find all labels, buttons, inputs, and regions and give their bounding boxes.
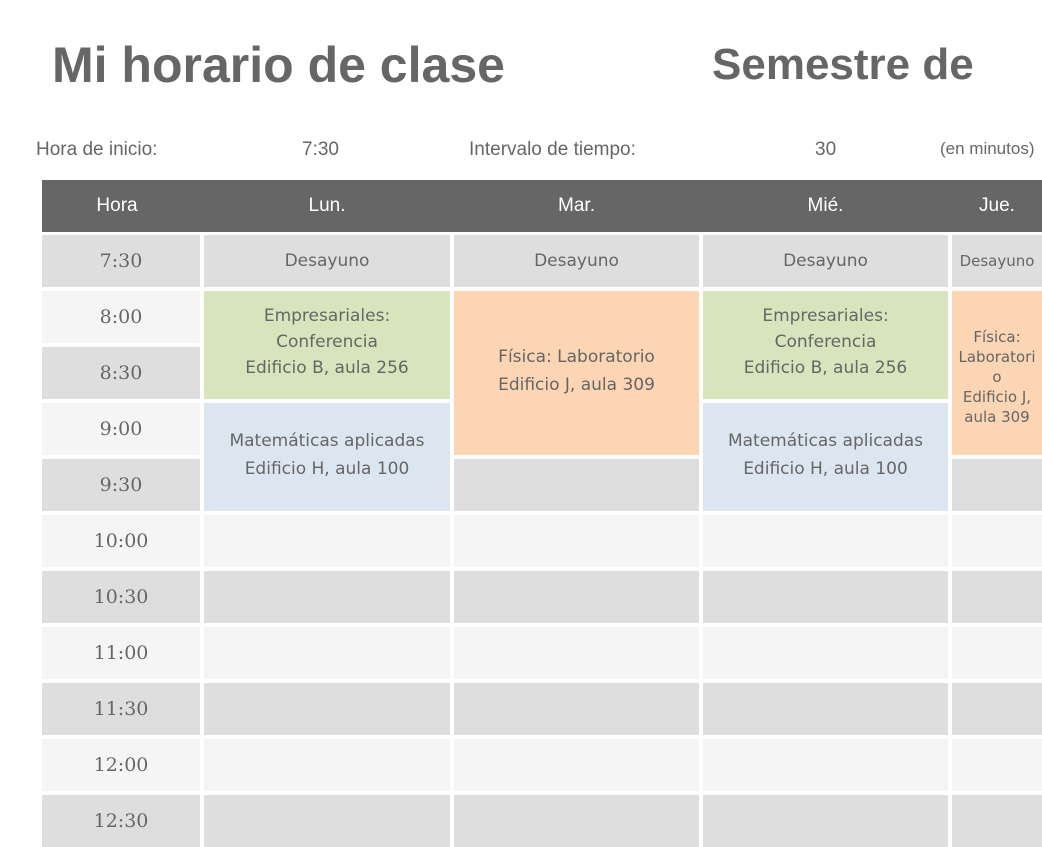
class-event-text: Edificio B, aula 256: [245, 358, 409, 378]
schedule-cell-empty[interactable]: [703, 683, 948, 735]
time-slot-label: 9:30: [42, 459, 200, 511]
start-time-value[interactable]: 7:30: [302, 139, 339, 161]
class-event[interactable]: Desayuno: [204, 235, 450, 287]
schedule-cell-empty[interactable]: [703, 515, 948, 567]
class-event-text: Desayuno: [783, 251, 868, 271]
schedule-cell-empty[interactable]: [952, 739, 1042, 791]
class-event-text: Física: Laboratorio: [498, 347, 655, 367]
time-slot-label: 9:00: [42, 403, 200, 455]
schedule-cell-empty[interactable]: [454, 515, 699, 567]
column-header-time: Hora: [96, 195, 138, 216]
class-event-text: Matemáticas aplicadas: [727, 431, 924, 451]
schedule-cell-empty[interactable]: [204, 739, 450, 791]
class-event-text: Matemáticas aplicadas: [229, 431, 425, 451]
schedule-cell-empty[interactable]: [204, 683, 450, 735]
semester-title: Semestre de: [712, 40, 974, 89]
page-title: Mi horario de clase: [52, 37, 505, 93]
schedule-cell-empty[interactable]: [703, 739, 948, 791]
class-event-text: Edificio H, aula 100: [743, 459, 908, 479]
class-event-text: Edificio B, aula 256: [743, 358, 908, 378]
schedule-cell-empty[interactable]: [454, 739, 699, 791]
class-event[interactable]: Empresariales: Conferencia Edificio B, aul…: [703, 291, 948, 399]
class-event-text: Desayuno: [534, 251, 619, 271]
column-header-day: Mié.: [807, 195, 844, 216]
class-event-text: Empresariales:: [762, 306, 889, 326]
schedule-cell-empty[interactable]: [703, 627, 948, 679]
schedule-cell-empty[interactable]: [454, 795, 699, 847]
schedule-cell-empty[interactable]: [454, 459, 699, 511]
class-event[interactable]: Desayuno: [703, 235, 948, 287]
schedule-cell-empty[interactable]: [204, 571, 450, 623]
class-event[interactable]: Empresariales: Conferencia Edificio B, aul…: [204, 291, 450, 399]
time-slot-label: 11:30: [42, 683, 200, 735]
schedule-cell-empty[interactable]: [952, 627, 1042, 679]
column-header-day: Lun.: [308, 195, 346, 216]
class-event-text: Física: Laboratorio: [958, 328, 1036, 386]
schedule-cell-empty[interactable]: [703, 795, 948, 847]
class-event[interactable]: Física: Laboratorio Edificio J, aula 309: [952, 291, 1042, 455]
interval-label: Intervalo de tiempo:: [469, 139, 636, 160]
schedule-cell-empty[interactable]: [454, 683, 699, 735]
schedule-cell-empty[interactable]: [204, 627, 450, 679]
time-slot-label: 12:00: [42, 739, 200, 791]
schedule-cell-empty[interactable]: [952, 459, 1042, 511]
schedule-cell-empty[interactable]: [703, 571, 948, 623]
interval-value[interactable]: 30: [815, 139, 836, 161]
class-event-text: Edificio H, aula 100: [244, 459, 410, 479]
class-event[interactable]: Física: Laboratorio Edificio J, aula 309: [454, 291, 699, 455]
schedule-cell-empty[interactable]: [204, 515, 450, 567]
time-slot-label: 10:00: [42, 515, 200, 567]
column-header-day: Mar.: [558, 195, 595, 216]
column-header-day: Jue.: [979, 195, 1015, 216]
schedule-cell-empty[interactable]: [454, 627, 699, 679]
time-slot-label: 8:00: [42, 291, 200, 343]
time-slot-label: 7:30: [42, 235, 200, 287]
class-event-text: Edificio J, aula 309: [498, 375, 655, 395]
start-time-label: Hora de inicio:: [36, 139, 158, 160]
class-event-text: Empresariales:: [263, 306, 391, 326]
schedule-cell-empty[interactable]: [952, 515, 1042, 567]
time-slot-label: 8:30: [42, 347, 200, 399]
schedule-cell-empty[interactable]: [952, 571, 1042, 623]
class-event[interactable]: Matemáticas aplicadas Edificio H, aula 10…: [204, 403, 450, 511]
schedule-cell-empty[interactable]: [952, 795, 1042, 847]
time-slot-label: 12:30: [42, 795, 200, 847]
class-event[interactable]: Desayuno: [952, 235, 1042, 287]
class-event-text: Conferencia: [774, 332, 877, 352]
time-slot-label: 11:00: [42, 627, 200, 679]
time-slot-label: 10:30: [42, 571, 200, 623]
class-event-text: Conferencia: [276, 332, 378, 352]
class-event-text: Desayuno: [284, 251, 370, 271]
class-event[interactable]: Desayuno: [454, 235, 699, 287]
schedule-cell-empty[interactable]: [952, 683, 1042, 735]
interval-unit: (en minutos): [940, 139, 1035, 158]
schedule-cell-empty[interactable]: [204, 795, 450, 847]
class-event-text: Desayuno: [959, 252, 1035, 270]
class-event[interactable]: Matemáticas aplicadas Edificio H, aula 10…: [703, 403, 948, 511]
class-event-text: Edificio J, aula 309: [962, 388, 1032, 426]
schedule-cell-empty[interactable]: [454, 571, 699, 623]
